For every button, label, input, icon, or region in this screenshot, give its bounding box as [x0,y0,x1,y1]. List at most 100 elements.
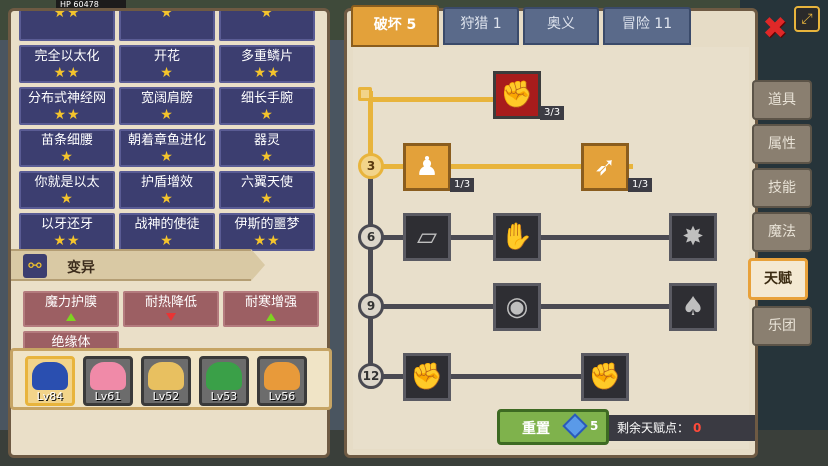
skill-stars: ★ [260,149,274,165]
punch-icon: ✋ [500,222,534,252]
reset-button[interactable]: 重置 5 [497,409,609,445]
remaining-label: 剩余天赋点： [617,421,690,435]
skill-stars: ★ [160,191,174,207]
skill-card[interactable]: 完全以太化 ★★ [19,45,115,83]
skill-stars: ★★ [53,8,81,21]
talent-rank: 3/3 [540,106,565,120]
skill-card[interactable]: ★ [219,8,315,41]
skill-name: 苗条细腰 [40,133,93,148]
reset-cost: 5 [590,419,599,433]
skill-name: 宽阔肩膀 [140,91,193,106]
hero-portrait[interactable]: Lv53 [199,356,249,406]
tier-node-6: 6 [358,224,384,250]
branch-line [373,97,513,102]
skill-card[interactable]: 以牙还牙 ★★ [19,213,115,251]
skill-card[interactable]: 伊斯的噩梦 ★★ [219,213,315,251]
hero-face [90,362,126,390]
talent-ripple[interactable]: ◉ [493,283,541,331]
skill-name: 完全以太化 [34,49,100,64]
talent-fist[interactable]: ✊ [403,353,451,401]
talent-rank: 1/3 [450,178,475,192]
tier-node-12: 12 [358,363,384,389]
skill-stars: ★ [60,149,74,165]
talent-arm-wrestle[interactable]: ✊ 3/3 [493,71,565,120]
skill-card[interactable]: 分布式神经网 ★★ [19,87,115,125]
skill-stars: ★★ [253,65,281,81]
skill-card[interactable]: 你就是以太 ★ [19,171,115,209]
skill-card[interactable]: 器灵 ★ [219,129,315,167]
skill-name: 六翼天使 [240,175,293,190]
side-tab-skills[interactable]: 技能 [752,168,812,208]
skill-card[interactable]: 宽阔肩膀 ★ [119,87,215,125]
hero-face [206,362,242,390]
arm-wrestle-icon: ✊ [500,80,534,110]
skill-name: 细长手腕 [240,91,293,106]
tab-adventure[interactable]: 冒险 11 [603,7,691,45]
tab-mystery[interactable]: 奥义 [523,7,599,45]
hero-portrait[interactable]: Lv52 [141,356,191,406]
skill-name: 战神的使徒 [134,217,200,232]
side-tab-talents[interactable]: 天赋 [748,258,808,300]
skill-stars: ★ [260,107,274,123]
talent-splash[interactable]: ✸ [669,213,717,261]
hero-level: Lv61 [94,390,122,403]
skill-card[interactable]: ★ [119,11,215,41]
hero-portrait[interactable]: Lv84 [25,356,75,406]
hero-level: Lv56 [268,390,296,403]
skill-card[interactable]: 苗条细腰 ★ [19,129,115,167]
skill-card[interactable]: 战神的使徒 ★ [119,213,215,251]
expand-icon[interactable]: ⤢ [794,6,820,32]
skill-name: 分布式神经网 [27,91,106,106]
tab-destruction[interactable]: 破坏 5 [351,5,439,47]
hero-face [32,362,68,390]
talent-crumble[interactable]: ▱ [403,213,451,261]
skill-card[interactable]: 朝着章鱼进化 ★ [119,129,215,167]
close-icon[interactable]: ✖ [762,14,788,44]
hero-level: Lv53 [210,390,238,403]
mutation-card[interactable]: 耐寒增强 [223,291,319,327]
skill-stars: ★★ [53,233,81,249]
splash-icon: ✸ [682,222,704,252]
skill-stars: ★★ [53,107,81,123]
side-tab-items[interactable]: 道具 [752,80,812,120]
skill-stars: ★ [260,8,274,21]
ripple-icon: ◉ [505,292,529,322]
side-tab-attributes[interactable]: 属性 [752,124,812,164]
skill-card[interactable]: ★★ [19,8,115,41]
skill-name: 伊斯的噩梦 [234,217,300,232]
skill-name: 以牙还牙 [40,217,93,232]
skill-card[interactable]: 多重鳞片 ★★ [219,45,315,83]
mutation-card[interactable]: 耐热降低 [123,291,219,327]
skill-stars: ★ [260,191,274,207]
talent-bat-wings[interactable]: ♠ [669,283,717,331]
skill-card[interactable]: 细长手腕 ★ [219,87,315,125]
skill-stars: ★ [60,191,74,207]
skill-stars: ★★ [53,65,81,81]
diamond-icon [562,413,588,439]
talent-muscle-body[interactable]: ♟ 1/3 [403,143,475,192]
side-tab-magic[interactable]: 魔法 [752,212,812,252]
reset-label: 重置 [522,421,550,437]
hero-portrait[interactable]: Lv61 [83,356,133,406]
skill-name: 开花 [153,49,180,64]
mutation-header[interactable]: ⚯ 变异 [11,249,265,281]
increase-arrow-icon [266,313,276,321]
skill-card[interactable]: 开花 ★ [119,45,215,83]
talent-panel: 破坏 5 狩猎 1 奥义 冒险 11 3 6 9 12 ✊ 3/3 ♟ 1/3 … [344,5,758,458]
talent-fist-slam[interactable]: ✊ [581,353,629,401]
mutation-name: 魔力护膜 [44,295,97,310]
arrow-strike-icon: ➶ [594,152,616,182]
hero-portrait[interactable]: Lv56 [257,356,307,406]
skill-card[interactable]: 六翼天使 ★ [219,171,315,209]
increase-arrow-icon [66,313,76,321]
bat-wings-icon: ♠ [681,292,705,322]
remaining-value: 0 [693,421,702,435]
mutation-card[interactable]: 魔力护膜 [23,291,119,327]
skill-stars: ★ [160,65,174,81]
talent-arrow-strike[interactable]: ➶ 1/3 [581,143,653,192]
side-tab-band[interactable]: 乐团 [752,306,812,346]
skill-card[interactable]: 护盾增效 ★ [119,171,215,209]
tab-hunting[interactable]: 狩猎 1 [443,7,519,45]
talent-punch[interactable]: ✋ [493,213,541,261]
skill-name: 器灵 [253,133,280,148]
